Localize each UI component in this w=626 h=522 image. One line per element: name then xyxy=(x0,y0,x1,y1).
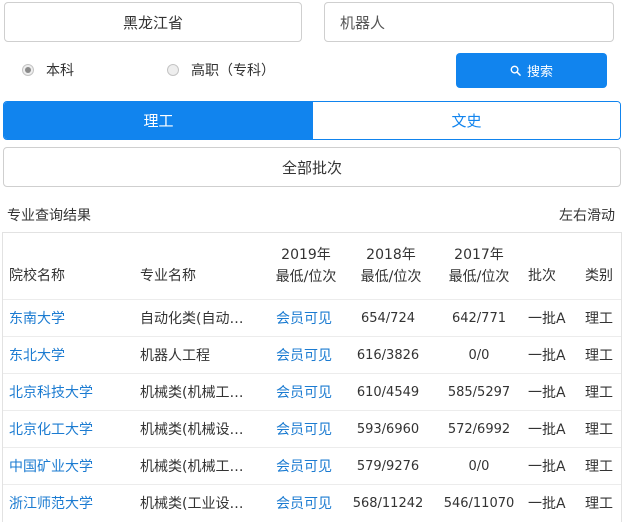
member-only-link[interactable]: 会员可见 xyxy=(276,374,332,410)
member-only-link[interactable]: 会员可见 xyxy=(276,448,332,484)
search-button-label: 搜索 xyxy=(526,65,553,80)
major-name: 机械类(机械设计) xyxy=(140,422,246,438)
header-2017: 2017年 最低/位次 xyxy=(439,244,519,288)
score-2017: 572/6992 xyxy=(447,421,511,437)
batch-cell: 一批A xyxy=(528,385,566,401)
table-row[interactable]: 东南大学 自动化类(自动化) 会员可见 654/724 642/771 一批A … xyxy=(3,299,621,336)
score-2018: 593/6960 xyxy=(356,421,420,437)
member-only-link[interactable]: 会员可见 xyxy=(276,485,332,521)
score-2018: 616/3826 xyxy=(356,347,420,363)
header-type: 类别 xyxy=(585,268,613,284)
header-2019-sub: 最低/位次 xyxy=(275,269,337,285)
batch-cell: 一批A xyxy=(528,459,566,475)
batch-cell: 一批A xyxy=(528,496,566,512)
table-row[interactable]: 北京化工大学 机械类(机械设计) 会员可见 593/6960 572/6992 … xyxy=(3,410,621,447)
type-cell: 理工 xyxy=(585,496,613,512)
header-2018: 2018年 最低/位次 xyxy=(351,244,431,288)
table-row[interactable]: 北京科技大学 机械类(机械工程) 会员可见 610/4549 585/5297 … xyxy=(3,373,621,410)
major-name: 机械类(工业设计) xyxy=(140,496,246,512)
radio-gaozhi-label: 高职（专科） xyxy=(191,63,275,79)
keyword-input[interactable]: 机器人 xyxy=(324,2,614,42)
school-link[interactable]: 北京化工大学 xyxy=(9,411,93,447)
score-2017: 0/0 xyxy=(468,347,490,363)
header-2017-year: 2017年 xyxy=(454,247,504,263)
school-link[interactable]: 东南大学 xyxy=(9,300,65,336)
header-major: 专业名称 xyxy=(140,268,196,284)
subject-tabs: 理工 文史 xyxy=(3,101,621,140)
score-2017: 585/5297 xyxy=(447,384,511,400)
member-only-link[interactable]: 会员可见 xyxy=(276,300,332,336)
score-2018: 568/11242 xyxy=(352,495,424,511)
score-2018: 610/4549 xyxy=(356,384,420,400)
type-cell: 理工 xyxy=(585,311,613,327)
school-link[interactable]: 浙江师范大学 xyxy=(9,485,93,521)
score-2018: 654/724 xyxy=(360,310,415,326)
header-school: 院校名称 xyxy=(9,268,65,284)
radio-checked-icon xyxy=(22,64,34,76)
major-name: 机械类(机械工程) xyxy=(140,459,246,475)
table-header: 院校名称 专业名称 2019年 最低/位次 2018年 最低/位次 2017年 … xyxy=(3,233,621,299)
major-name: 机器人工程 xyxy=(140,348,210,364)
type-cell: 理工 xyxy=(585,385,613,401)
score-2017: 546/11070 xyxy=(443,495,515,511)
batch-cell: 一批A xyxy=(528,348,566,364)
score-2017: 642/771 xyxy=(451,310,506,326)
results-title: 专业查询结果 xyxy=(7,208,91,224)
header-2019-year: 2019年 xyxy=(281,247,331,263)
province-select[interactable]: 黑龙江省 xyxy=(4,2,302,42)
table-row[interactable]: 东北大学 机器人工程 会员可见 616/3826 0/0 一批A 理工 xyxy=(3,336,621,373)
radio-benke[interactable]: 本科 xyxy=(22,59,74,81)
type-cell: 理工 xyxy=(585,348,613,364)
batch-cell: 一批A xyxy=(528,422,566,438)
header-2018-year: 2018年 xyxy=(366,247,416,263)
member-only-link[interactable]: 会员可见 xyxy=(276,411,332,447)
score-2017: 0/0 xyxy=(468,458,490,474)
member-only-link[interactable]: 会员可见 xyxy=(276,337,332,373)
tab-ligong[interactable]: 理工 xyxy=(4,102,313,139)
header-batch: 批次 xyxy=(528,268,556,284)
radio-unchecked-icon xyxy=(167,64,179,76)
type-cell: 理工 xyxy=(585,459,613,475)
results-table[interactable]: 院校名称 专业名称 2019年 最低/位次 2018年 最低/位次 2017年 … xyxy=(2,232,622,522)
radio-benke-label: 本科 xyxy=(46,63,74,79)
header-2019: 2019年 最低/位次 xyxy=(269,244,343,288)
batch-select[interactable]: 全部批次 xyxy=(3,147,621,187)
search-icon xyxy=(510,65,521,76)
batch-cell: 一批A xyxy=(528,311,566,327)
header-2018-sub: 最低/位次 xyxy=(360,269,422,285)
scroll-hint: 左右滑动 xyxy=(559,208,615,224)
table-row[interactable]: 中国矿业大学 机械类(机械工程) 会员可见 579/9276 0/0 一批A 理… xyxy=(3,447,621,484)
header-2017-sub: 最低/位次 xyxy=(448,269,510,285)
school-link[interactable]: 东北大学 xyxy=(9,337,65,373)
table-row[interactable]: 浙江师范大学 机械类(工业设计) 会员可见 568/11242 546/1107… xyxy=(3,484,621,521)
school-link[interactable]: 中国矿业大学 xyxy=(9,448,93,484)
type-cell: 理工 xyxy=(585,422,613,438)
score-2018: 579/9276 xyxy=(356,458,420,474)
major-name: 机械类(机械工程) xyxy=(140,385,246,401)
search-button[interactable]: 搜索 xyxy=(456,53,607,88)
radio-gaozhi[interactable]: 高职（专科） xyxy=(167,59,275,81)
tab-wenshi[interactable]: 文史 xyxy=(313,102,620,139)
major-name: 自动化类(自动化) xyxy=(140,311,246,327)
school-link[interactable]: 北京科技大学 xyxy=(9,374,93,410)
